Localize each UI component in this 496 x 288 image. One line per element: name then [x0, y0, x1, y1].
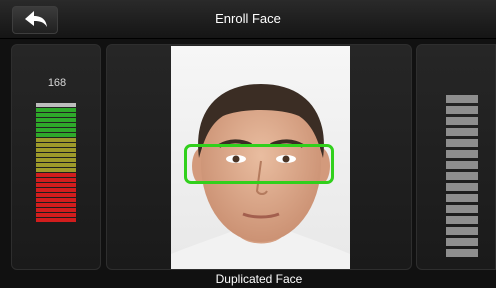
quality-meter-segment — [36, 158, 76, 162]
quality-meter-segment — [36, 193, 76, 197]
quality-meter-segment — [36, 138, 76, 142]
progress-panel — [416, 44, 496, 270]
quality-panel: 168 — [11, 44, 101, 270]
quality-meter-segment — [36, 218, 76, 222]
progress-step — [446, 128, 478, 136]
progress-step — [446, 172, 478, 180]
quality-meter-segment — [36, 143, 76, 147]
progress-step — [446, 139, 478, 147]
quality-meter-segment — [36, 183, 76, 187]
page-title: Enroll Face — [215, 11, 281, 26]
title-bar: Enroll Face — [0, 0, 496, 39]
face-detection-box — [184, 144, 334, 184]
progress-step — [446, 216, 478, 224]
progress-step — [446, 238, 478, 246]
quality-meter-segment — [36, 103, 76, 107]
progress-step — [446, 150, 478, 158]
quality-meter-segment — [36, 123, 76, 127]
progress-step — [446, 95, 478, 103]
quality-meter-segment — [36, 168, 76, 172]
quality-meter-segment — [36, 133, 76, 137]
quality-meter-segment — [36, 163, 76, 167]
quality-meter-segment — [36, 153, 76, 157]
quality-meter-segment — [36, 198, 76, 202]
quality-meter-segment — [36, 128, 76, 132]
progress-step — [446, 183, 478, 191]
status-message: Duplicated Face — [106, 270, 412, 288]
quality-meter-segment — [36, 148, 76, 152]
quality-meter-segment — [36, 203, 76, 207]
quality-meter-segment — [36, 173, 76, 177]
progress-step — [446, 249, 478, 257]
quality-meter-segment — [36, 118, 76, 122]
progress-step — [446, 106, 478, 114]
quality-meter-segment — [36, 213, 76, 217]
progress-step — [446, 227, 478, 235]
progress-step — [446, 117, 478, 125]
quality-meter — [36, 103, 76, 223]
progress-step — [446, 161, 478, 169]
quality-meter-segment — [36, 113, 76, 117]
quality-meter-segment — [36, 188, 76, 192]
progress-bars — [446, 95, 478, 260]
quality-meter-segment — [36, 108, 76, 112]
quality-meter-segment — [36, 178, 76, 182]
progress-step — [446, 205, 478, 213]
progress-step — [446, 194, 478, 202]
quality-meter-segment — [36, 208, 76, 212]
quality-score: 168 — [47, 77, 67, 89]
